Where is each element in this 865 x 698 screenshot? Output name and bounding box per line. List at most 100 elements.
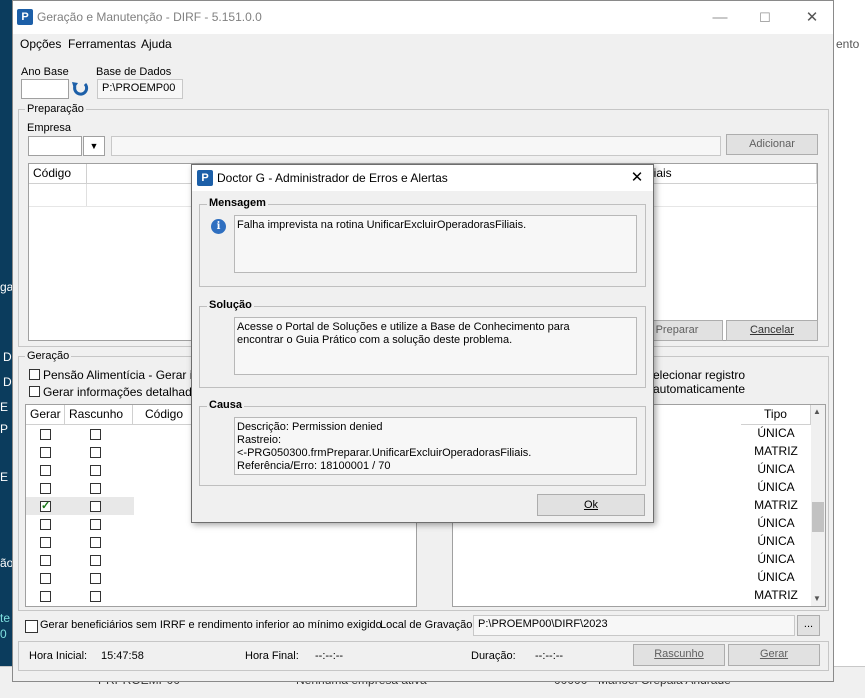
- table-row[interactable]: [26, 551, 134, 569]
- base-dados-field: P:\PROEMP00: [97, 79, 183, 99]
- rascunho-checkbox[interactable]: [90, 429, 101, 440]
- gerar-checkbox[interactable]: [40, 429, 51, 440]
- beneficiarios-checkbox[interactable]: [25, 620, 38, 633]
- table-row[interactable]: [26, 497, 134, 515]
- table-row[interactable]: [26, 461, 134, 479]
- ok-button[interactable]: Ok: [537, 494, 645, 516]
- rascunho-checkbox[interactable]: [90, 465, 101, 476]
- rascunho-checkbox[interactable]: [90, 591, 101, 602]
- tipo-cell: ÚNICA: [757, 552, 795, 566]
- maximize-button[interactable]: ☐: [750, 7, 780, 29]
- solucao-title: Solução: [207, 299, 254, 311]
- base-dados-label: Base de Dados: [96, 66, 172, 78]
- table-row[interactable]: [26, 425, 134, 443]
- col-header-gerar[interactable]: Gerar: [26, 405, 65, 425]
- column-divider: [86, 184, 87, 206]
- local-gravacao-field: P:\PROEMP00\DIRF\2023: [473, 615, 795, 636]
- background-right-strip: ento: [834, 0, 865, 697]
- auto-select-label[interactable]: elecionar registro automaticamente: [653, 368, 828, 396]
- rascunho-checkbox[interactable]: [90, 519, 101, 530]
- col-header-codigo[interactable]: Código: [29, 164, 87, 184]
- gerar-checkbox[interactable]: [40, 555, 51, 566]
- gerar-checkbox[interactable]: [40, 465, 51, 476]
- gerar-checkbox[interactable]: [40, 447, 51, 458]
- rascunho-checkbox[interactable]: [90, 537, 101, 548]
- gerar-checkbox[interactable]: [40, 519, 51, 530]
- duracao-label: Duração:: [471, 650, 516, 662]
- table-row[interactable]: [26, 587, 134, 605]
- gerar-checkbox[interactable]: [40, 573, 51, 584]
- empresa-name-field: [111, 136, 721, 156]
- title-bar: P Geração e Manutenção - DIRF - 5.151.0.…: [13, 1, 833, 34]
- hora-final-value: --:--:--: [315, 650, 344, 662]
- tipo-cell: MATRIZ: [754, 498, 798, 512]
- detalhadas-checkbox[interactable]: [29, 386, 40, 397]
- empresa-input[interactable]: [28, 136, 82, 156]
- gerar-checkbox[interactable]: [40, 537, 51, 548]
- rascunho-checkbox[interactable]: [90, 501, 101, 512]
- minimize-button[interactable]: —: [705, 7, 735, 29]
- gerar-checkbox[interactable]: [40, 499, 51, 512]
- tipo-cell: ÚNICA: [757, 516, 795, 530]
- info-icon: i: [211, 219, 226, 234]
- gerar-checkbox[interactable]: [40, 591, 51, 602]
- causa-section: Causa Descrição: Permission denied Rastr…: [199, 399, 646, 486]
- app-icon: P: [17, 9, 33, 25]
- tipo-rows: ÚNICA MATRIZ ÚNICA ÚNICA MATRIZ ÚNICA ÚNICA ÚNI…: [741, 425, 811, 605]
- bg-text: 0: [0, 627, 7, 641]
- table-row[interactable]: [26, 569, 134, 587]
- causa-text: Descrição: Permission denied Rastreio: <…: [234, 417, 637, 475]
- hora-inicial-value: 15:47:58: [101, 650, 144, 662]
- gerar-checkbox[interactable]: [40, 483, 51, 494]
- col-header-rascunho[interactable]: Rascunho: [65, 405, 133, 425]
- gerar-rows: [26, 425, 136, 605]
- mensagem-title: Mensagem: [207, 197, 268, 209]
- scroll-up-icon[interactable]: ▲: [813, 407, 821, 416]
- rascunho-button[interactable]: Rascunho: [633, 644, 725, 666]
- scroll-thumb[interactable]: [812, 502, 824, 532]
- beneficiarios-label: Gerar beneficiários sem IRRF e rendiment…: [40, 619, 382, 631]
- table-row[interactable]: [26, 515, 134, 533]
- scroll-down-icon[interactable]: ▼: [813, 594, 821, 603]
- rascunho-checkbox[interactable]: [90, 483, 101, 494]
- menu-ajuda[interactable]: Ajuda: [141, 37, 172, 51]
- menu-opcoes[interactable]: Opções: [20, 37, 61, 51]
- tipo-cell: MATRIZ: [754, 444, 798, 458]
- local-gravacao-label: Local de Gravação: [380, 619, 473, 631]
- dialog-title: Doctor G - Administrador de Erros e Aler…: [217, 171, 448, 185]
- duracao-value: --:--:--: [535, 650, 564, 662]
- table-row[interactable]: [26, 533, 134, 551]
- mensagem-text: Falha imprevista na rotina UnificarExclu…: [234, 215, 637, 273]
- tipo-cell: ÚNICA: [757, 534, 795, 548]
- status-bar: Hora Inicial: 15:47:58 Hora Final: --:--…: [18, 641, 829, 671]
- rascunho-checkbox[interactable]: [90, 573, 101, 584]
- pensao-label: Pensão Alimentícia - Gerar infor: [43, 368, 214, 382]
- table-row[interactable]: [26, 443, 134, 461]
- gerar-button[interactable]: Gerar: [728, 644, 820, 666]
- ano-base-input[interactable]: [21, 79, 69, 99]
- menu-ferramentas[interactable]: Ferramentas: [68, 37, 136, 51]
- pensao-checkbox[interactable]: [29, 369, 40, 380]
- rascunho-checkbox[interactable]: [90, 447, 101, 458]
- dialog-title-bar: P Doctor G - Administrador de Erros e Al…: [192, 165, 653, 191]
- dialog-close-button[interactable]: ✕: [624, 168, 650, 188]
- tipo-cell: ÚNICA: [757, 480, 795, 494]
- vertical-scrollbar[interactable]: ▲ ▼: [811, 405, 825, 606]
- chevron-down-icon[interactable]: ▼: [83, 136, 105, 156]
- app-icon: P: [197, 170, 213, 186]
- col-header-codigo[interactable]: Código: [133, 405, 198, 425]
- rascunho-checkbox[interactable]: [90, 555, 101, 566]
- close-button[interactable]: ✕: [797, 7, 827, 29]
- ano-base-label: Ano Base: [21, 66, 69, 78]
- solucao-section: Solução Acesse o Portal de Soluções e ut…: [199, 299, 646, 388]
- bg-text: E: [0, 400, 9, 414]
- refresh-icon[interactable]: [70, 80, 90, 98]
- cancelar-button[interactable]: Cancelar: [726, 320, 818, 341]
- col-header-tipo[interactable]: Tipo: [741, 405, 811, 425]
- window-title: Geração e Manutenção - DIRF - 5.151.0.0: [37, 10, 262, 24]
- tipo-cell: ÚNICA: [757, 426, 795, 440]
- table-row[interactable]: [26, 479, 134, 497]
- causa-title: Causa: [207, 399, 245, 411]
- browse-button[interactable]: ...: [797, 615, 820, 636]
- adicionar-button[interactable]: Adicionar: [726, 134, 818, 155]
